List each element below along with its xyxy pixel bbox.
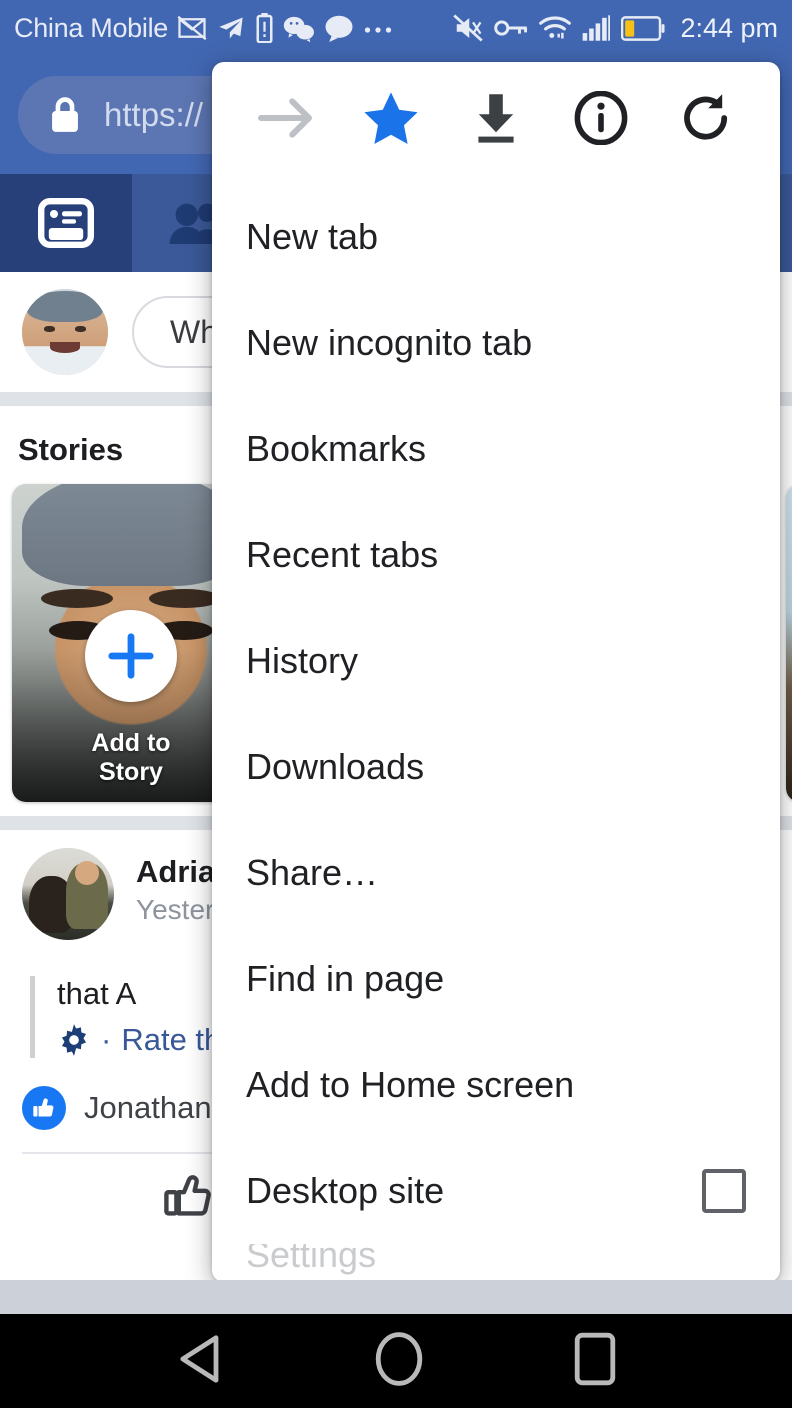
mute-icon	[453, 14, 483, 42]
home-button[interactable]	[374, 1331, 424, 1392]
menu-item-label: Recent tabs	[246, 534, 746, 576]
tab-news-feed[interactable]	[0, 174, 132, 272]
carrier-label: China Mobile	[14, 13, 168, 44]
plus-icon	[85, 610, 177, 702]
phone-screen: China Mobile	[0, 0, 792, 1408]
chrome-overflow-menu: New tab New incognito tab Bookmarks Rece…	[212, 62, 780, 1282]
url-text: https://	[104, 96, 203, 134]
gear-icon	[57, 1023, 91, 1057]
menu-item-label: Settings	[246, 1244, 746, 1266]
android-navigation-bar	[0, 1314, 792, 1408]
avatar	[22, 289, 108, 375]
menu-item-downloads[interactable]: Downloads	[212, 714, 780, 820]
menu-item-new-tab[interactable]: New tab	[212, 184, 780, 290]
battery-low-icon	[621, 16, 665, 41]
menu-item-label: History	[246, 640, 746, 682]
reaction-name[interactable]: Jonathan	[84, 1090, 212, 1126]
menu-item-list: New tab New incognito tab Bookmarks Rece…	[212, 178, 780, 1282]
menu-item-add-to-home-screen[interactable]: Add to Home screen	[212, 1032, 780, 1138]
menu-item-history[interactable]: History	[212, 608, 780, 714]
menu-item-label: Desktop site	[246, 1170, 702, 1212]
system-strip	[0, 1280, 792, 1314]
reload-icon	[679, 91, 733, 150]
mail-crossed-icon	[177, 15, 207, 41]
message-bubble-icon	[324, 15, 354, 42]
overflow-dots-icon	[363, 22, 393, 34]
back-button[interactable]	[176, 1333, 224, 1390]
desktop-site-checkbox[interactable]	[702, 1169, 746, 1213]
menu-item-label: Bookmarks	[246, 428, 746, 470]
download-button[interactable]	[444, 62, 549, 178]
vpn-key-icon	[494, 18, 528, 38]
menu-item-label: New tab	[246, 216, 746, 258]
menu-item-new-incognito-tab[interactable]: New incognito tab	[212, 290, 780, 396]
thumbs-up-filled-icon	[22, 1086, 66, 1130]
bookmark-button[interactable]	[339, 62, 444, 178]
arrow-forward-icon	[257, 95, 315, 146]
status-bar: China Mobile	[0, 0, 792, 56]
reload-button[interactable]	[653, 62, 758, 178]
story-card[interactable]	[786, 484, 792, 802]
signal-bars-icon	[582, 15, 610, 41]
info-circle-icon	[574, 91, 628, 150]
post-avatar[interactable]	[22, 848, 114, 940]
menu-item-desktop-site[interactable]: Desktop site	[212, 1138, 780, 1244]
battery-alert-icon	[255, 13, 274, 43]
download-icon	[470, 91, 522, 150]
star-filled-icon	[362, 90, 420, 151]
news-feed-icon	[38, 198, 94, 248]
menu-item-bookmarks[interactable]: Bookmarks	[212, 396, 780, 502]
clock-label: 2:44 pm	[680, 13, 778, 44]
telegram-icon	[216, 14, 246, 42]
thumbs-up-outline-icon[interactable]	[162, 1171, 214, 1221]
page-info-button[interactable]	[548, 62, 653, 178]
menu-item-label: Add to Home screen	[246, 1064, 746, 1106]
quote-separator: ·	[101, 1022, 111, 1058]
status-bar-right: 2:44 pm	[453, 13, 778, 44]
menu-item-recent-tabs[interactable]: Recent tabs	[212, 502, 780, 608]
wifi-icon	[539, 15, 571, 41]
wechat-icon	[283, 15, 315, 42]
lock-icon	[48, 95, 82, 135]
recents-button[interactable]	[574, 1332, 616, 1391]
menu-item-label: Share…	[246, 852, 746, 894]
status-bar-left: China Mobile	[14, 13, 393, 44]
menu-item-find-in-page[interactable]: Find in page	[212, 926, 780, 1032]
menu-item-settings[interactable]: Settings	[212, 1244, 780, 1282]
forward-button[interactable]	[234, 62, 339, 178]
menu-item-share[interactable]: Share…	[212, 820, 780, 926]
menu-toolbar	[212, 62, 780, 178]
menu-item-label: New incognito tab	[246, 322, 746, 364]
menu-item-label: Downloads	[246, 746, 746, 788]
menu-item-label: Find in page	[246, 958, 746, 1000]
